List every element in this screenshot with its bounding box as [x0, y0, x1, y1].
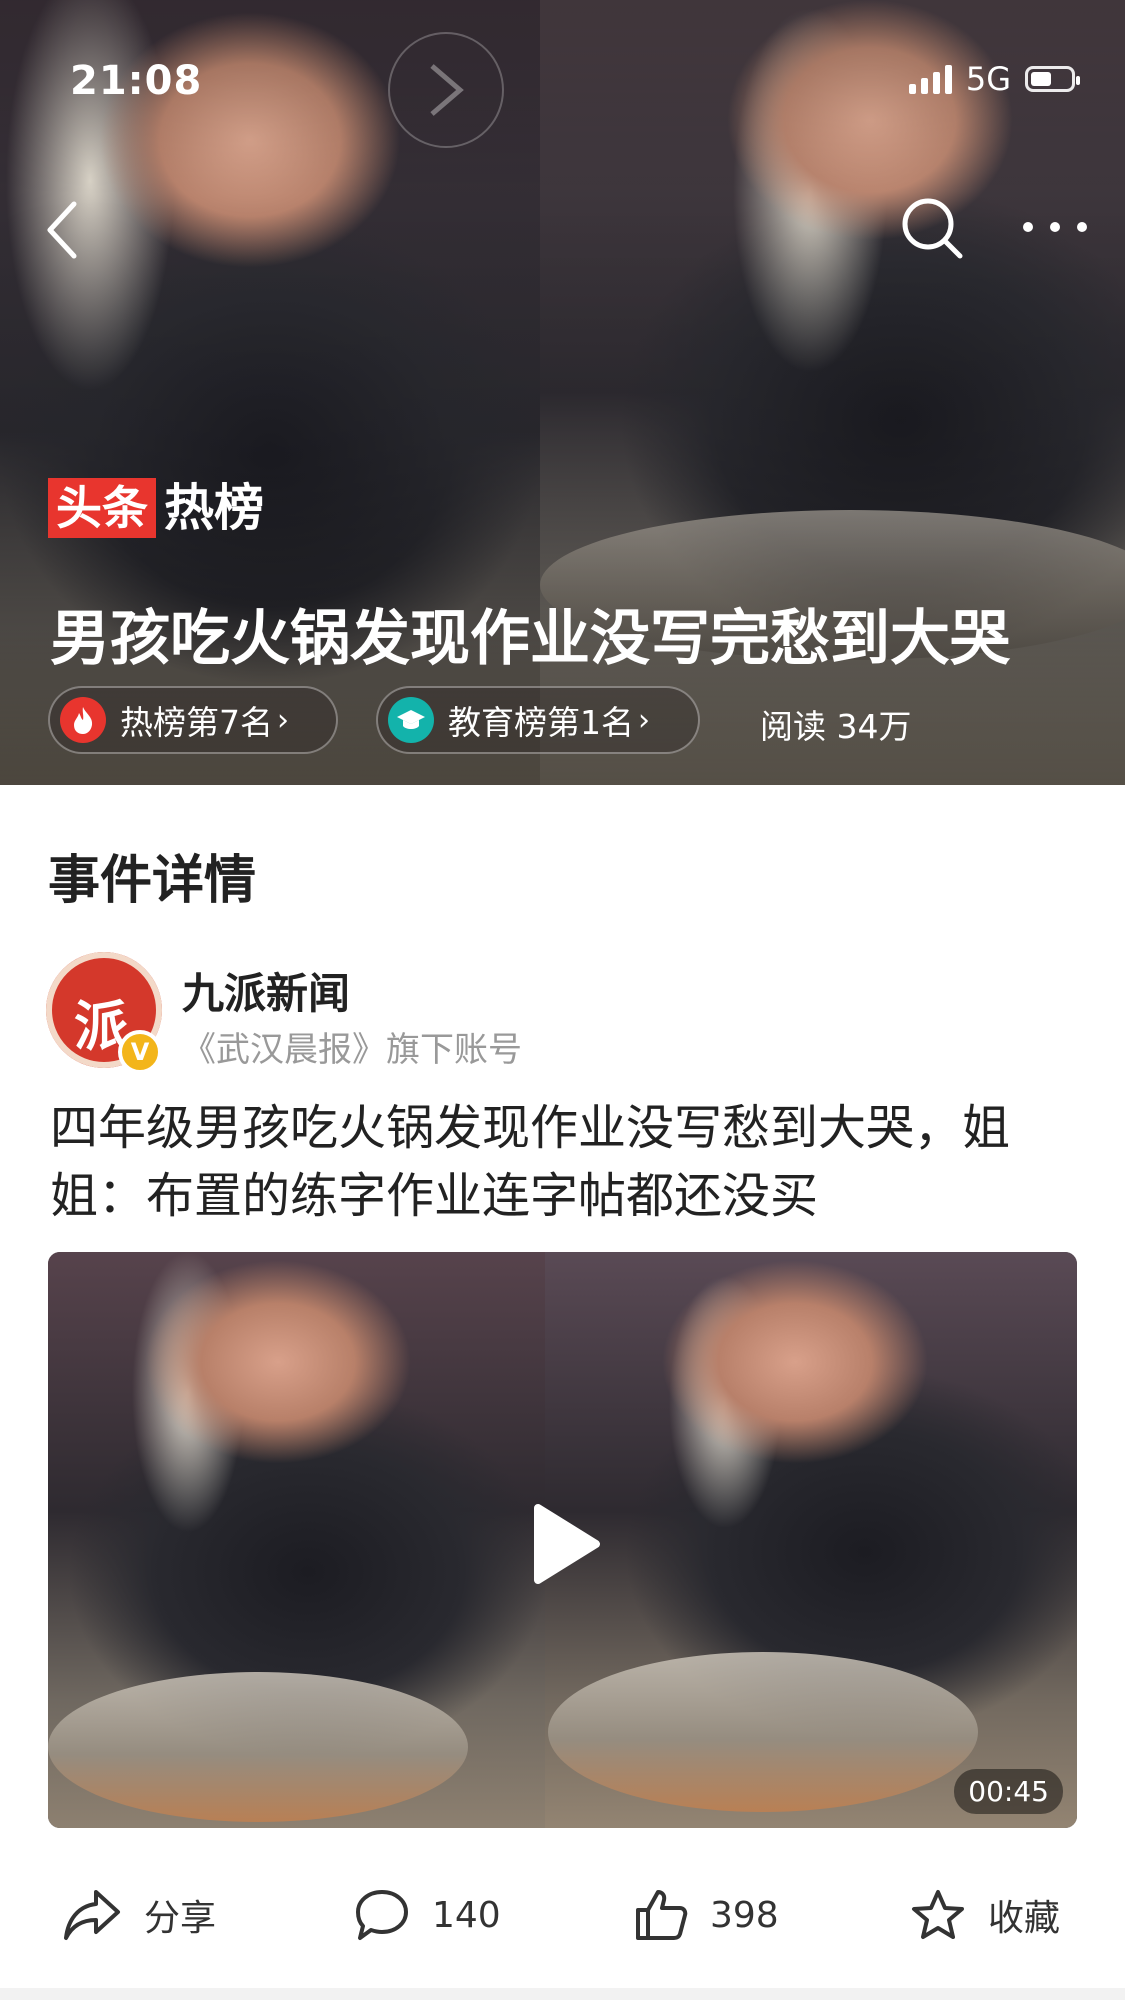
signal-icon [908, 64, 952, 94]
chevron-left-icon [47, 201, 77, 259]
share-button[interactable]: 分享 [62, 1870, 216, 1960]
like-button[interactable]: 398 [634, 1870, 779, 1960]
author-description: 《武汉晨报》旗下账号 [182, 1030, 522, 1070]
favorite-button[interactable]: 收藏 [910, 1870, 1060, 1960]
video-player[interactable]: 00:45 [48, 1252, 1077, 1828]
comment-count: 140 [432, 1894, 501, 1936]
hot-rank-label: 热榜第7名 [120, 703, 273, 742]
hot-rank-chip[interactable]: 热榜第7名 › [48, 686, 338, 754]
logo-white-part: 热榜 [164, 479, 264, 537]
search-button[interactable] [900, 196, 964, 260]
chevron-right-icon: › [277, 702, 289, 738]
hero-title: 男孩吃火锅发现作业没写完愁到大哭 [50, 604, 1010, 674]
hero-banner: 21:08 5G 头条 热榜 男孩吃火锅发现作业没写完愁到大哭 热榜第7名 › … [0, 0, 1125, 785]
back-button[interactable] [40, 196, 90, 266]
avatar[interactable]: 派 V [46, 952, 162, 1074]
graduation-cap-icon [388, 697, 434, 743]
more-dots-icon [1023, 222, 1087, 232]
status-icons: 5G [908, 60, 1080, 98]
network-label: 5G [965, 60, 1011, 98]
battery-icon [1025, 66, 1080, 92]
video-duration: 00:45 [954, 1769, 1063, 1814]
author-name[interactable]: 九派新闻 [182, 960, 350, 1021]
section-title: 事件详情 [48, 851, 257, 911]
article-title[interactable]: 四年级男孩吃火锅发现作业没写愁到大哭，姐姐：布置的练字作业连字帖都还没买 [50, 1094, 1080, 1230]
share-icon [64, 1890, 120, 1940]
read-count: 阅读 34万 [760, 707, 912, 746]
flame-icon [60, 697, 106, 743]
share-label: 分享 [144, 1898, 217, 1939]
bottom-divider [0, 1988, 1125, 2000]
chevron-right-icon: › [638, 702, 650, 738]
status-time: 21:08 [70, 58, 203, 104]
play-icon [534, 1504, 600, 1584]
star-icon [912, 1890, 964, 1939]
favorite-label: 收藏 [988, 1898, 1061, 1939]
toutiao-hotlist-logo: 头条 热榜 [48, 478, 264, 538]
comment-button[interactable]: 140 [354, 1870, 501, 1960]
education-rank-label: 教育榜第1名 [448, 703, 634, 742]
logo-red-part: 头条 [48, 478, 156, 538]
search-icon [902, 198, 963, 259]
action-bar: 分享 140 398 收藏 [0, 1870, 1125, 1960]
comment-icon [356, 1890, 408, 1940]
next-arrow-button[interactable] [388, 32, 504, 148]
play-button[interactable] [530, 1502, 602, 1590]
like-count: 398 [710, 1894, 779, 1936]
education-rank-chip[interactable]: 教育榜第1名 › [376, 686, 700, 754]
verified-badge-icon: V [118, 1030, 162, 1074]
chevron-right-icon [430, 64, 464, 116]
thumbs-up-icon [636, 1890, 688, 1940]
more-button[interactable] [1020, 212, 1090, 242]
